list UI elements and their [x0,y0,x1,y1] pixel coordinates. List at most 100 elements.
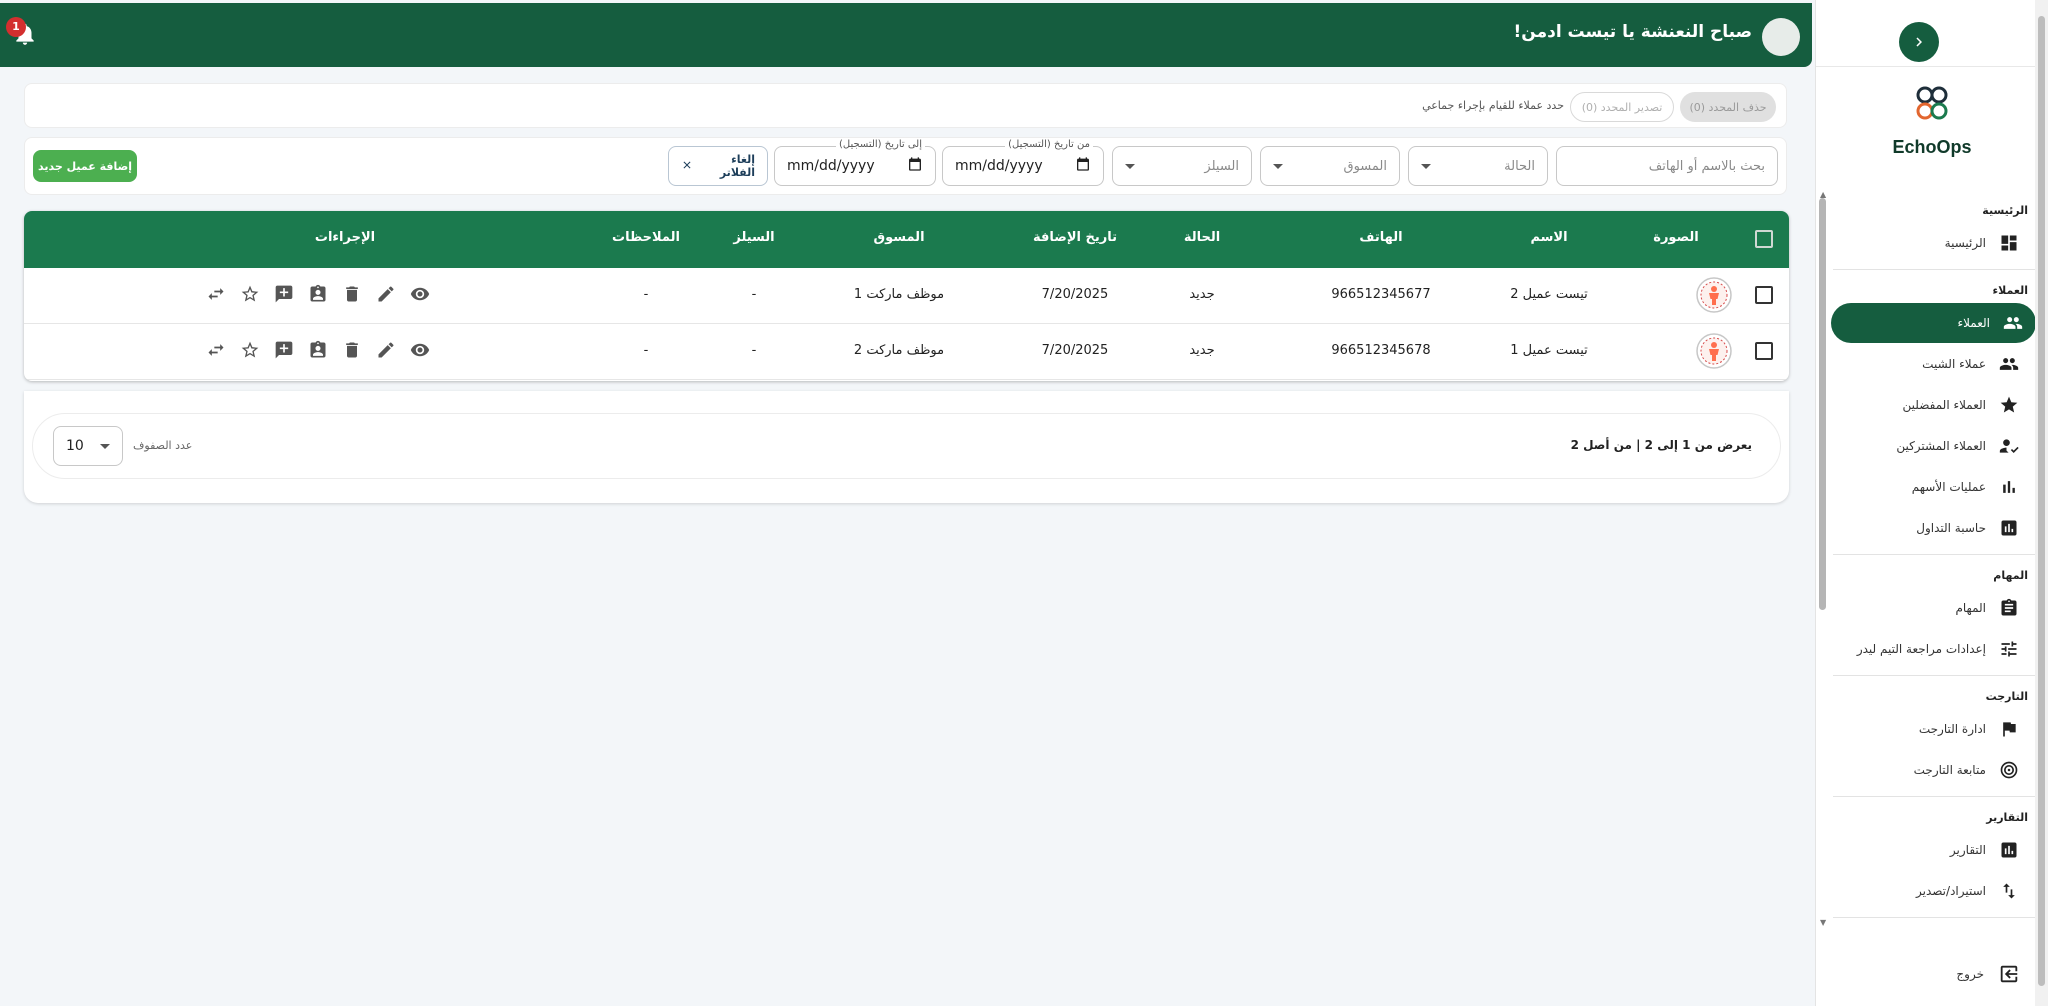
table-header: الصورة الاسم الهاتف الحالة تاريخ الإضافة… [24,211,1789,268]
bulk-actions-bar: حذف المحدد (0) تصدير المحدد (0) حدد عملا… [24,83,1787,128]
cell-date-added: 7/20/2025 [1041,287,1109,302]
sidebar-menu: ▲ ▼ الرئيسية الرئيسية العملاء العملاء عم… [1815,190,2048,935]
cell-date-added: 7/20/2025 [1041,343,1109,358]
pagination-info: يعرض من 1 إلى 2 | من أصل 2 [1570,438,1752,452]
sidebar-item-sheet-clients[interactable]: عملاء الشيت [1831,344,2032,384]
sidebar-item-label: التقارير [1949,843,1986,857]
sidebar-item-trading-calculator[interactable]: حاسبة التداول [1831,508,2032,548]
sidebar-item-tasks[interactable]: المهام [1831,588,2032,628]
flag-icon [1998,718,2020,740]
sales-select[interactable]: السيلز [1112,146,1252,186]
sidebar-item-import-export[interactable]: استيراد/تصدير [1831,871,2032,911]
window-scroll-thumb[interactable] [2038,16,2045,986]
sidebar-item-reports[interactable]: التقارير [1831,830,2032,870]
cell-status: جديد [1189,287,1215,302]
sidebar-item-favorite-clients[interactable]: العملاء المفضلين [1831,385,2032,425]
from-date-placeholder: mm/dd/yyyy [955,158,1043,174]
edit-icon[interactable] [373,281,399,307]
select-all-checkbox[interactable] [1755,230,1773,248]
assign-icon[interactable] [305,337,331,363]
search-input[interactable]: بحث بالاسم أو الهاتف [1556,146,1778,186]
row-checkbox[interactable] [1755,286,1773,304]
star-icon[interactable] [237,281,263,307]
calendar-icon[interactable] [1075,156,1091,176]
column-header-status: الحالة [1183,230,1221,245]
delete-icon[interactable] [339,281,365,307]
cell-phone: 966512345677 [1331,287,1431,302]
dashboard-icon [1998,232,2020,254]
pagination-bar: يعرض من 1 إلى 2 | من أصل 2 عدد الصفوف 10 [32,413,1781,479]
column-header-sales: السيلز [733,230,775,245]
transfer-icon[interactable] [203,281,229,307]
import-export-icon [1998,880,2020,902]
sidebar-scrollbar[interactable]: ▲ ▼ [1819,190,1827,935]
chevron-down-icon [100,443,110,449]
chevron-down-icon [1125,163,1135,169]
star-icon[interactable] [237,337,263,363]
sidebar-item-subscribed-clients[interactable]: العملاء المشتركين [1831,426,2032,466]
cell-sales: - [751,343,757,358]
cell-notes: - [643,343,649,358]
to-date-label: إلى تاريخ (التسجيل) [835,139,925,150]
divider [1833,269,2048,270]
greeting-text: صباح النعنشة يا تيست ادمن! [1513,22,1752,42]
from-date-input[interactable]: من تاريخ (التسجيل) mm/dd/yyyy [942,139,1104,186]
sidebar-item-label: ادارة التارجت [1918,722,1986,736]
row-checkbox[interactable] [1755,342,1773,360]
sidebar-scroll-thumb[interactable] [1819,198,1826,610]
add-note-icon[interactable] [271,281,297,307]
divider [1833,554,2048,555]
cell-name: تيست عميل 1 [1510,343,1588,358]
column-header-phone: الهاتف [1359,230,1403,245]
clear-filters-label: إلغاء الفلاتر [719,153,755,179]
clear-filters-button[interactable]: إلغاء الفلاتر [668,146,768,186]
delete-selected-button[interactable]: حذف المحدد (0) [1680,92,1776,122]
marketer-select[interactable]: المسوق [1260,146,1400,186]
logout-button[interactable]: خروج [1815,942,2048,1006]
column-header-photo: الصورة [1653,230,1699,245]
edit-icon[interactable] [373,337,399,363]
chevron-down-icon [1273,163,1283,169]
sidebar-item-team-leader-review-settings[interactable]: إعدادات مراجعة التيم ليدر [1831,629,2032,669]
sidebar-item-target-tracking[interactable]: متابعة التارجت [1831,750,2032,790]
sidebar-item-target-management[interactable]: ادارة التارجت [1831,709,2032,749]
delete-icon[interactable] [339,337,365,363]
status-select[interactable]: الحالة [1408,146,1548,186]
window-scrollbar[interactable] [2035,0,2048,1006]
scroll-down-icon[interactable]: ▼ [1820,918,1826,927]
people-icon [1998,353,2020,375]
sidebar-item-label: العملاء المشتركين [1896,439,1986,453]
notification-badge: 1 [6,17,26,37]
add-client-button[interactable]: إضافة عميل جديد [33,150,137,182]
sidebar-item-label: إعدادات مراجعة التيم ليدر [1856,642,1986,656]
user-avatar[interactable] [1762,18,1800,56]
sidebar-item-clients[interactable]: العملاء [1831,303,2036,343]
table-row[interactable]: تيست عميل 2 966512345677 جديد 7/20/2025 … [24,268,1789,324]
transfer-icon[interactable] [203,337,229,363]
rows-per-page-label: عدد الصفوف [133,439,193,452]
sidebar-item-home[interactable]: الرئيسية [1831,223,2032,263]
view-icon[interactable] [407,281,433,307]
assign-icon[interactable] [305,281,331,307]
table-row[interactable]: تيست عميل 1 966512345678 جديد 7/20/2025 … [24,324,1789,380]
section-title-clients: العملاء [1992,284,2028,297]
sidebar-item-stock-operations[interactable]: عمليات الأسهم [1831,467,2032,507]
rows-per-page-value: 10 [66,438,84,454]
divider [1833,796,2048,797]
client-avatar [1695,332,1733,370]
add-note-icon[interactable] [271,337,297,363]
to-date-input[interactable]: إلى تاريخ (التسجيل) mm/dd/yyyy [774,139,936,186]
view-icon[interactable] [407,337,433,363]
divider [1833,917,2048,918]
row-actions [203,337,433,363]
calendar-icon[interactable] [907,156,923,176]
bulk-hint-text: حدد عملاء للقيام بإجراء جماعي [1422,99,1564,112]
export-selected-button[interactable]: تصدير المحدد (0) [1570,92,1674,122]
rows-per-page-select[interactable]: 10 [53,426,123,466]
target-icon [1998,759,2020,781]
tune-icon [1998,638,2020,660]
marketer-select-label: المسوق [1343,158,1388,174]
chevron-down-icon [1421,163,1431,169]
divider [1833,675,2048,676]
collapse-sidebar-button[interactable] [1899,22,1939,62]
